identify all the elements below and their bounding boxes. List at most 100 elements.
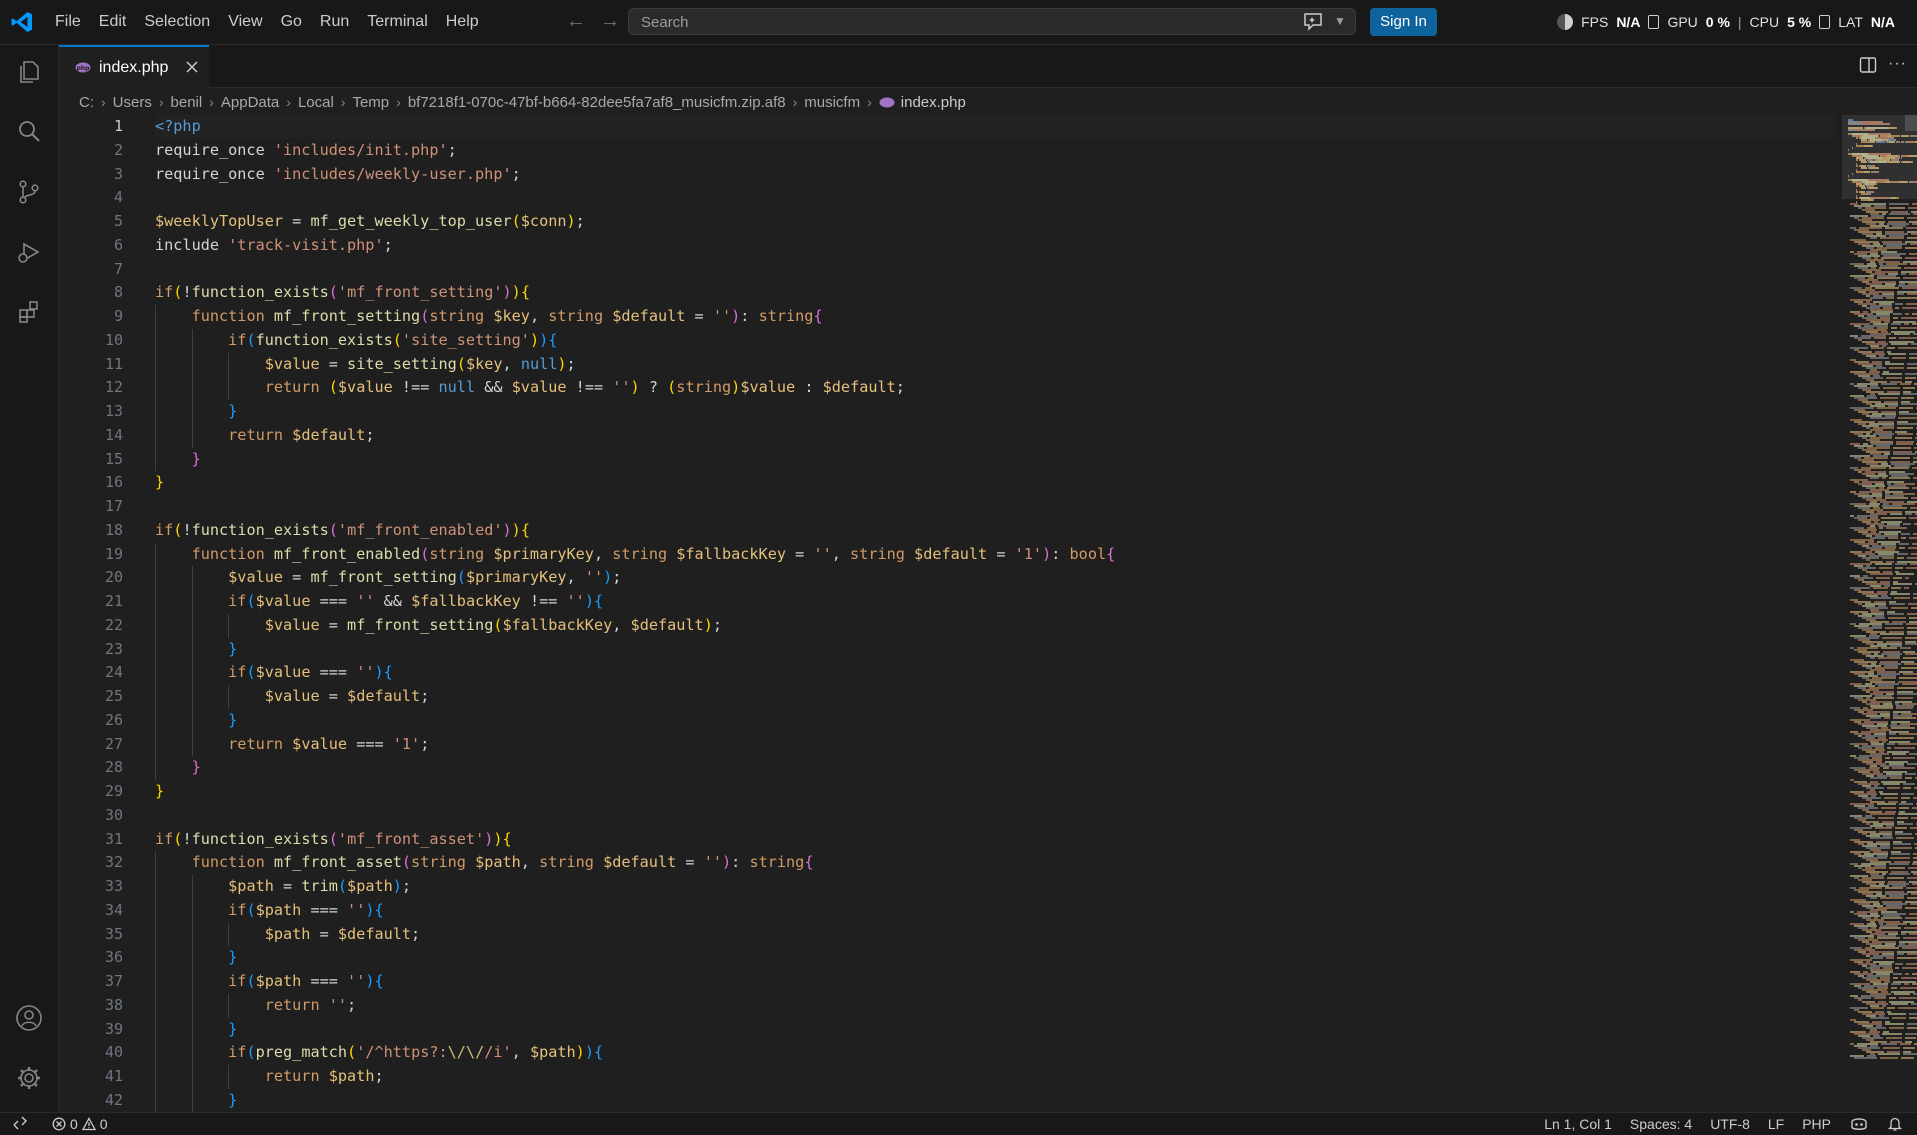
line-number: 10 xyxy=(104,330,123,349)
menu-run[interactable]: Run xyxy=(311,0,358,44)
minimap-line xyxy=(1912,807,1917,809)
minimap-line xyxy=(1879,927,1901,929)
indent-guide xyxy=(191,922,193,947)
menu-edit[interactable]: Edit xyxy=(90,0,136,44)
extensions-icon[interactable] xyxy=(14,297,44,327)
remote-indicator-icon[interactable] xyxy=(12,1115,28,1131)
menu-help[interactable]: Help xyxy=(437,0,488,44)
code-token: ) xyxy=(365,900,375,919)
minimap-line xyxy=(1889,863,1909,865)
code-token: ; xyxy=(365,425,375,444)
indentation[interactable]: Spaces: 4 xyxy=(1630,1116,1692,1132)
end-of-line[interactable]: LF xyxy=(1768,1116,1784,1132)
gear-icon[interactable] xyxy=(14,1063,44,1093)
indent-guide xyxy=(155,1017,156,1042)
problems-indicator[interactable]: 0 0 xyxy=(52,1113,108,1135)
code-token: '' xyxy=(356,592,375,610)
code-token: ( xyxy=(246,972,256,990)
account-icon[interactable] xyxy=(14,1003,44,1033)
code-token: 'mf_front_enabled' xyxy=(337,520,503,539)
breadcrumb-appdata[interactable]: AppData xyxy=(221,94,279,111)
minimap-line xyxy=(1870,193,1872,195)
line-number: 41 xyxy=(104,1067,123,1085)
code-token: \/\/ xyxy=(447,1043,485,1062)
chevron-down-icon[interactable]: ▼ xyxy=(1334,9,1346,33)
indent-guide xyxy=(191,661,193,685)
search-icon[interactable] xyxy=(14,117,44,147)
code-token: ) xyxy=(365,972,375,990)
menu-file[interactable]: File xyxy=(46,0,90,44)
vertical-scrollbar[interactable] xyxy=(1905,115,1917,131)
minimap-line xyxy=(1895,833,1912,835)
minimap-line xyxy=(1910,507,1917,509)
code-line: return ''; xyxy=(155,994,356,1018)
minimap-line xyxy=(1911,607,1917,609)
command-center-search[interactable] xyxy=(628,8,1356,36)
code-line: if(!function_exists('mf_front_asset')){ xyxy=(155,828,512,852)
breadcrumb-benil[interactable]: benil xyxy=(171,94,203,111)
breadcrumb-temp[interactable]: Temp xyxy=(352,94,389,111)
run-and-debug-icon[interactable] xyxy=(14,237,44,267)
breadcrumb-archive-folder[interactable]: bf7218f1-070c-47bf-b664-82dee5fa7af8_mus… xyxy=(408,94,786,111)
split-editor-icon[interactable] xyxy=(1859,56,1877,74)
sign-in-button[interactable]: Sign In xyxy=(1370,8,1437,36)
minimap-line xyxy=(1902,307,1917,309)
minimap-line xyxy=(1852,173,1854,175)
breadcrumb-users[interactable]: Users xyxy=(113,94,152,111)
breadcrumb-file[interactable]: index.php xyxy=(879,94,966,111)
minimap-line xyxy=(1895,827,1907,829)
code-token: = xyxy=(987,544,1015,563)
forward-arrow-icon[interactable]: → xyxy=(600,10,620,33)
line-number: 2 xyxy=(113,140,123,159)
tab-index-php[interactable]: php index.php xyxy=(59,45,209,88)
minimap-line xyxy=(1909,933,1917,935)
indent-guide xyxy=(155,875,156,899)
back-arrow-icon[interactable]: ← xyxy=(566,10,586,33)
code-token: { xyxy=(813,307,823,325)
indent-guide xyxy=(191,898,193,923)
menu-view[interactable]: View xyxy=(219,0,271,44)
minimap-line xyxy=(1880,1057,1898,1059)
minimap-line xyxy=(1889,207,1905,209)
indent-guide xyxy=(155,1065,156,1089)
breadcrumb-local[interactable]: Local xyxy=(298,94,334,111)
copilot-chat-icon[interactable] xyxy=(1300,9,1326,33)
minimap-line xyxy=(1850,347,1868,349)
code-editor[interactable]: 1 2 3 4 5 6 7 8 9 10 11 12 13 14 15 16 17 18 19 20 21 22 23 24 2… xyxy=(59,115,1917,1112)
search-input[interactable] xyxy=(639,9,1243,36)
notifications-bell-icon[interactable] xyxy=(1887,1116,1903,1132)
encoding[interactable]: UTF-8 xyxy=(1710,1116,1750,1132)
breadcrumb-drive[interactable]: C: xyxy=(79,94,94,111)
code-token: = xyxy=(676,853,704,872)
code-token: mf_front_setting xyxy=(273,307,421,325)
error-count: 0 xyxy=(70,1116,78,1132)
code-token: = xyxy=(310,924,338,943)
minimap-line xyxy=(1912,973,1917,975)
code-token: { xyxy=(593,592,604,610)
minimap[interactable] xyxy=(1842,115,1917,1112)
more-actions-icon[interactable]: ··· xyxy=(1888,55,1907,73)
minimap-line xyxy=(1907,367,1917,369)
copilot-icon[interactable] xyxy=(1849,1116,1869,1132)
status-right-items: Ln 1, Col 1 Spaces: 4 UTF-8 LF PHP xyxy=(1544,1113,1903,1135)
minimap-line xyxy=(1891,457,1910,459)
minimap-line xyxy=(1882,557,1894,559)
menu-go[interactable]: Go xyxy=(272,0,311,44)
minimap-line xyxy=(1912,487,1917,489)
explorer-icon[interactable] xyxy=(14,57,44,87)
language-mode[interactable]: PHP xyxy=(1802,1116,1831,1132)
minimap-line xyxy=(1854,337,1871,339)
code-token: = xyxy=(283,212,311,230)
minimap-line xyxy=(1907,363,1917,365)
source-control-icon[interactable] xyxy=(14,177,44,207)
code-token: ; xyxy=(447,140,457,159)
close-icon[interactable] xyxy=(184,59,200,75)
breadcrumb-musicfm[interactable]: musicfm xyxy=(804,94,860,111)
indent-guide xyxy=(191,685,193,709)
menu-selection[interactable]: Selection xyxy=(135,0,219,44)
cursor-position[interactable]: Ln 1, Col 1 xyxy=(1544,1116,1612,1132)
code-token: '' xyxy=(347,972,366,990)
menu-terminal[interactable]: Terminal xyxy=(358,0,436,44)
code-token: if xyxy=(155,283,174,302)
